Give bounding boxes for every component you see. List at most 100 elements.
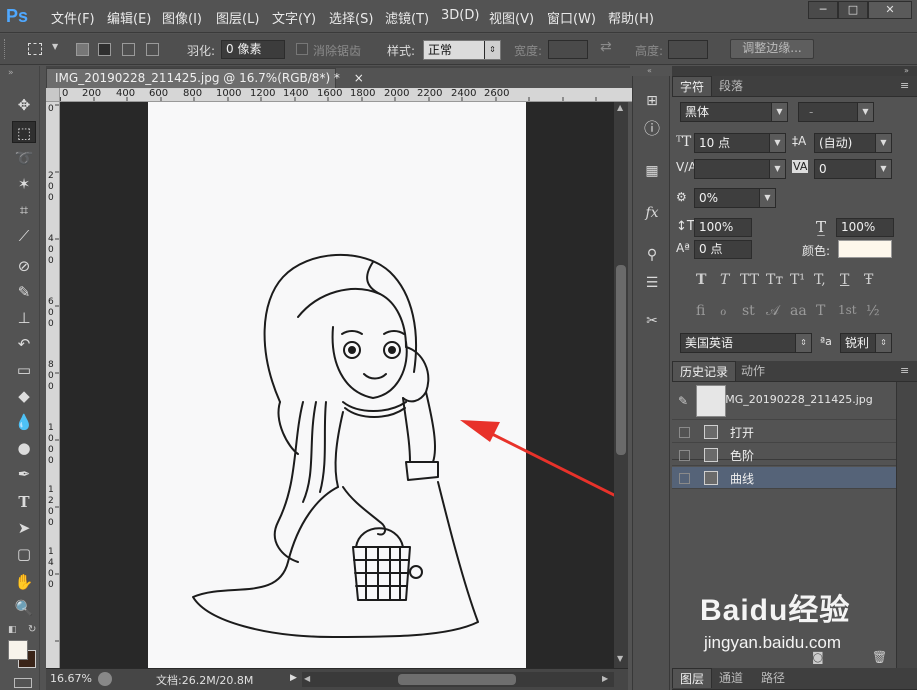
path-select-icon[interactable]: ➤: [12, 517, 36, 539]
collapse-icon[interactable]: «: [647, 66, 652, 75]
swap-icon[interactable]: ⇄: [600, 39, 612, 55]
type-tool-icon[interactable]: T: [12, 491, 36, 513]
add-selection-icon[interactable]: [98, 43, 111, 56]
menu-help[interactable]: 帮助(H): [608, 8, 654, 27]
subscript-button[interactable]: T,: [814, 272, 826, 288]
menu-file[interactable]: 文件(F): [51, 8, 95, 27]
scale-select[interactable]: 0% ▼: [694, 188, 776, 208]
blur-tool-icon[interactable]: 💧: [12, 411, 36, 433]
eraser-tool-icon[interactable]: ▭: [12, 359, 36, 381]
status-arrow-icon[interactable]: ▶: [290, 673, 297, 683]
menu-window[interactable]: 窗口(W): [547, 8, 596, 27]
styles-fx-icon[interactable]: fx: [641, 202, 663, 224]
superscript-button[interactable]: T¹: [790, 272, 805, 288]
menu-view[interactable]: 视图(V): [489, 8, 534, 27]
tab-paths[interactable]: 路径: [754, 668, 792, 688]
style-select[interactable]: 正常 ⇕: [423, 40, 501, 60]
hand-tool-icon[interactable]: ✋: [12, 571, 36, 593]
checkbox[interactable]: [679, 427, 690, 438]
titling-button[interactable]: aa: [790, 303, 807, 319]
menu-edit[interactable]: 编辑(E): [107, 8, 151, 27]
refine-edge-button[interactable]: 调整边缘...: [730, 39, 814, 59]
subtract-selection-icon[interactable]: [122, 43, 135, 56]
vertical-scrollbar[interactable]: ▲ ▼: [614, 102, 628, 668]
panel-menu-icon[interactable]: ≡: [900, 364, 909, 377]
faux-italic-button[interactable]: T: [720, 272, 729, 288]
history-step-selected[interactable]: 曲线: [672, 467, 896, 489]
close-window-button[interactable]: ✕: [868, 1, 912, 19]
crop-tool-icon[interactable]: ⌗: [12, 199, 36, 221]
scroll-left-icon[interactable]: ◀: [304, 674, 310, 683]
menu-image[interactable]: 图像(I): [162, 8, 202, 27]
magic-wand-icon[interactable]: ✶: [12, 173, 36, 195]
zoom-tool-icon[interactable]: 🔍: [12, 597, 36, 619]
lasso-tool-icon[interactable]: ➰: [12, 147, 36, 169]
tab-character[interactable]: 字符: [672, 76, 713, 96]
vertical-scale-input[interactable]: 100%: [694, 218, 752, 237]
history-scrollbar[interactable]: [896, 382, 917, 682]
swap-colors-icon[interactable]: ↻: [28, 624, 36, 635]
canvas-area[interactable]: [60, 102, 614, 668]
tool-presets-icon[interactable]: ✂: [641, 310, 663, 332]
grip-handle[interactable]: [4, 39, 7, 59]
adjustments-icon[interactable]: ☰: [641, 272, 663, 294]
history-snapshot[interactable]: ✎ IMG_20190228_211425.jpg: [672, 382, 896, 420]
antialias-select[interactable]: 锐利 ⇕: [840, 333, 892, 353]
info-icon[interactable]: ⓘ: [641, 118, 663, 140]
document-tab[interactable]: IMG_20190228_211425.jpg @ 16.7%(RGB/8*) …: [46, 68, 364, 88]
brush-panel-icon[interactable]: ⚲: [641, 244, 663, 266]
font-size-select[interactable]: 10 点 ▼: [694, 133, 786, 153]
fractions-button[interactable]: ½: [866, 303, 880, 319]
horizontal-scrollbar[interactable]: ◀ ▶: [302, 672, 614, 687]
checkbox[interactable]: [679, 450, 690, 461]
default-colors-icon[interactable]: ◧: [8, 625, 17, 635]
horizontal-scale-input[interactable]: 100%: [836, 218, 894, 237]
menu-select[interactable]: 选择(S): [329, 8, 373, 27]
underline-button[interactable]: T: [840, 272, 849, 288]
text-color-swatch[interactable]: [838, 240, 892, 258]
strikethrough-button[interactable]: Ŧ: [864, 272, 873, 288]
panel-menu-icon[interactable]: ≡: [900, 79, 909, 92]
swash-button[interactable]: 𝒜: [766, 303, 779, 319]
brush-tool-icon[interactable]: ✎: [12, 281, 36, 303]
faux-bold-button[interactable]: T: [696, 272, 706, 288]
tab-layers[interactable]: 图层: [672, 668, 713, 688]
status-menu-icon[interactable]: [98, 672, 112, 686]
chevron-down-icon[interactable]: ▼: [52, 42, 58, 51]
stylistic-alternates-button[interactable]: st: [742, 303, 755, 319]
trash-icon[interactable]: 🗑: [872, 650, 887, 664]
ligatures-button[interactable]: fi: [696, 303, 705, 319]
checkbox[interactable]: [679, 473, 690, 484]
scroll-thumb[interactable]: [616, 265, 626, 455]
foreground-color-swatch[interactable]: [8, 640, 28, 660]
marquee-tool-icon[interactable]: ⬚: [12, 121, 36, 143]
menu-filter[interactable]: 滤镜(T): [385, 8, 429, 27]
font-family-select[interactable]: 黑体 ▼: [680, 102, 788, 122]
collapse-icon[interactable]: »: [8, 68, 14, 78]
healing-brush-icon[interactable]: ⊘: [12, 255, 36, 277]
dodge-tool-icon[interactable]: ●: [12, 437, 36, 459]
width-input[interactable]: [548, 40, 588, 59]
move-tool-icon[interactable]: ✥: [12, 94, 36, 116]
ruler-origin[interactable]: [46, 88, 60, 102]
stamp-tool-icon[interactable]: ⊥: [12, 307, 36, 329]
shape-tool-icon[interactable]: ▢: [12, 543, 36, 565]
marquee-preset-icon[interactable]: [28, 43, 42, 55]
ornaments-button[interactable]: T: [816, 303, 825, 319]
scroll-down-icon[interactable]: ▼: [617, 654, 623, 663]
history-panel-icon[interactable]: ⊞: [641, 90, 663, 112]
maximize-button[interactable]: □: [838, 1, 868, 19]
tab-actions[interactable]: 动作: [734, 361, 772, 381]
pen-tool-icon[interactable]: ✒: [12, 463, 36, 485]
eyedropper-icon[interactable]: ⟋: [12, 225, 36, 247]
baseline-shift-input[interactable]: 0 点: [694, 240, 752, 259]
tracking-select[interactable]: 0 ▼: [814, 159, 892, 179]
ordinals-button[interactable]: 1st: [838, 303, 857, 317]
antialias-checkbox[interactable]: [296, 43, 308, 55]
tab-paragraph[interactable]: 段落: [712, 76, 750, 96]
zoom-level[interactable]: 16.67%: [50, 672, 92, 685]
new-selection-icon[interactable]: [76, 43, 89, 56]
history-step[interactable]: 色阶: [672, 444, 896, 466]
tab-channels[interactable]: 通道: [712, 668, 750, 688]
history-brush-icon[interactable]: ↶: [12, 333, 36, 355]
